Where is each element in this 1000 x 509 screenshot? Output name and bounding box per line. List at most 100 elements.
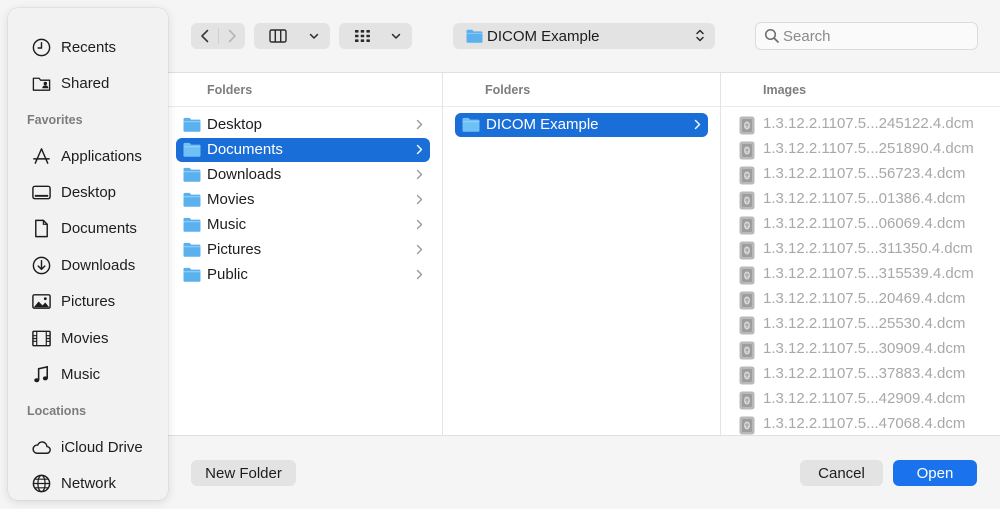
back-button[interactable] — [191, 23, 218, 49]
image-file-name: 1.3.12.2.1107.5...245122.4.dcm — [763, 115, 974, 132]
clock-icon — [30, 36, 52, 58]
view-mode-popup[interactable] — [254, 23, 330, 49]
image-file-row: 1.3.12.2.1107.5...42909.4.dcm — [739, 389, 989, 411]
folder-name: Documents — [207, 141, 283, 158]
chevron-down-icon — [388, 23, 404, 49]
column-browser: Folders Desktop Documents Downloads Movies M… — [168, 72, 1000, 436]
downloads-icon — [30, 254, 52, 276]
favorites-heading: Favorites — [27, 113, 83, 127]
sidebar-item-desktop[interactable]: Desktop — [8, 177, 168, 207]
sidebar-item-label: Pictures — [61, 292, 116, 310]
forward-button[interactable] — [218, 23, 245, 49]
folder-icon — [462, 117, 480, 132]
folder-row[interactable]: Desktop — [176, 113, 430, 137]
folder-row[interactable]: Movies — [176, 188, 430, 212]
cancel-button[interactable]: Cancel — [800, 460, 883, 486]
chevron-right-icon — [416, 194, 423, 205]
music-note-icon — [30, 363, 52, 385]
sidebar-item-recents[interactable]: Recents — [8, 32, 168, 62]
chevron-right-icon — [416, 269, 423, 280]
column-header: Images — [763, 83, 807, 97]
image-file-row: 1.3.12.2.1107.5...06069.4.dcm — [739, 214, 989, 236]
image-file-row: 1.3.12.2.1107.5...311350.4.dcm — [739, 239, 989, 261]
column-header: Folders — [485, 83, 531, 97]
chevron-right-icon — [416, 219, 423, 230]
dicom-file-icon — [739, 191, 755, 210]
folder-icon — [183, 267, 201, 282]
shared-folder-icon — [30, 72, 52, 94]
folder-name: Pictures — [207, 241, 262, 258]
globe-icon — [30, 472, 52, 494]
search-icon — [764, 28, 779, 43]
sidebar: Recents Shared Favorites Applications De… — [8, 8, 168, 500]
folder-row[interactable]: Music — [176, 213, 430, 237]
images-column: Images 1.3.12.2.1107.5...245122.4.dcm 1.3… — [721, 73, 1000, 435]
sidebar-item-label: Shared — [61, 74, 110, 92]
sidebar-item-label: Desktop — [61, 183, 117, 201]
folder-icon — [183, 217, 201, 232]
image-file-row: 1.3.12.2.1107.5...245122.4.dcm — [739, 114, 989, 136]
folder-row[interactable]: Public — [176, 263, 430, 287]
folder-row[interactable]: Pictures — [176, 238, 430, 262]
folder-name: Downloads — [207, 166, 282, 183]
sidebar-item-label: Music — [61, 365, 101, 383]
image-file-name: 1.3.12.2.1107.5...06069.4.dcm — [763, 215, 966, 232]
folder-icon — [183, 142, 201, 157]
sidebar-item-documents[interactable]: Documents — [8, 213, 168, 243]
dicom-file-icon — [739, 366, 755, 385]
image-file-row: 1.3.12.2.1107.5...25530.4.dcm — [739, 314, 989, 336]
chevron-right-icon — [416, 169, 423, 180]
columns-view-icon — [266, 23, 290, 49]
image-file-name: 1.3.12.2.1107.5...251890.4.dcm — [763, 140, 974, 157]
open-button[interactable]: Open — [893, 460, 977, 486]
dicom-file-icon — [739, 341, 755, 360]
dicom-file-icon — [739, 216, 755, 235]
search-input[interactable] — [783, 26, 968, 46]
sidebar-item-label: Network — [61, 474, 117, 492]
column-header: Folders — [207, 83, 253, 97]
sidebar-item-applications[interactable]: Applications — [8, 141, 168, 171]
dicom-file-icon — [739, 141, 755, 160]
image-file-name: 1.3.12.2.1107.5...25530.4.dcm — [763, 315, 966, 332]
dicom-file-icon — [739, 316, 755, 335]
sidebar-item-icloud-drive[interactable]: iCloud Drive — [8, 432, 168, 462]
folder-name: Movies — [207, 191, 255, 208]
image-file-row: 1.3.12.2.1107.5...47068.4.dcm — [739, 414, 989, 435]
grid-view-icon — [351, 23, 373, 49]
sidebar-item-shared[interactable]: Shared — [8, 68, 168, 98]
folder-icon — [466, 29, 483, 43]
open-dialog: Recents Shared Favorites Applications De… — [0, 0, 1000, 509]
image-file-name: 1.3.12.2.1107.5...42909.4.dcm — [763, 390, 966, 407]
folder-name: Public — [207, 266, 248, 283]
header-divider — [721, 106, 1000, 107]
folder-row[interactable]: Documents — [176, 138, 430, 162]
pictures-icon — [30, 290, 52, 312]
folder-row[interactable]: Downloads — [176, 163, 430, 187]
sidebar-item-network[interactable]: Network — [8, 468, 168, 498]
chevron-right-icon — [228, 29, 236, 43]
folder-name: DICOM Example — [486, 116, 599, 133]
folder-icon — [183, 192, 201, 207]
chevron-down-icon — [306, 23, 322, 49]
folder-row[interactable]: DICOM Example — [455, 113, 708, 137]
navigation-buttons — [191, 23, 245, 49]
image-file-name: 1.3.12.2.1107.5...311350.4.dcm — [763, 240, 973, 257]
chevron-right-icon — [694, 119, 701, 130]
image-file-name: 1.3.12.2.1107.5...20469.4.dcm — [763, 290, 966, 307]
search-field[interactable] — [755, 22, 978, 50]
group-by-popup[interactable] — [339, 23, 412, 49]
cloud-icon — [30, 436, 52, 458]
applications-icon — [30, 145, 52, 167]
sidebar-item-downloads[interactable]: Downloads — [8, 250, 168, 280]
image-file-row: 1.3.12.2.1107.5...01386.4.dcm — [739, 189, 989, 211]
location-popup[interactable]: DICOM Example — [453, 23, 715, 49]
new-folder-button[interactable]: New Folder — [191, 460, 296, 486]
image-file-name: 1.3.12.2.1107.5...37883.4.dcm — [763, 365, 966, 382]
image-file-name: 1.3.12.2.1107.5...315539.4.dcm — [763, 265, 974, 282]
sidebar-item-pictures[interactable]: Pictures — [8, 286, 168, 316]
sidebar-item-label: Movies — [61, 329, 109, 347]
chevron-right-icon — [416, 119, 423, 130]
sidebar-item-label: Downloads — [61, 256, 136, 274]
sidebar-item-movies[interactable]: Movies — [8, 323, 168, 353]
sidebar-item-music[interactable]: Music — [8, 359, 168, 389]
